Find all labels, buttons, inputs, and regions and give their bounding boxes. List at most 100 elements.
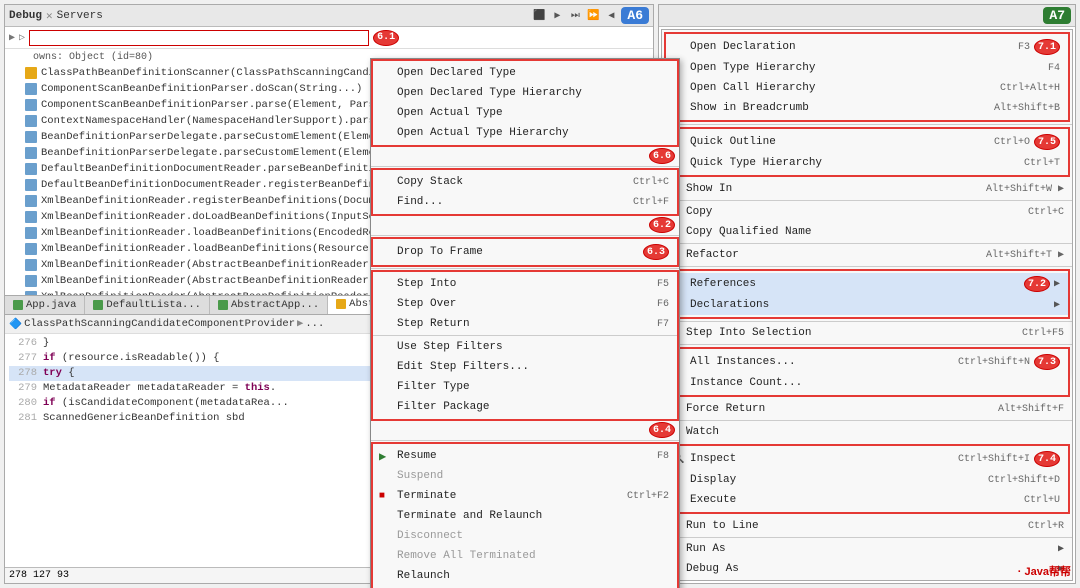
rcm-open-declaration[interactable]: Open Declaration F3 7.1 [666, 36, 1068, 58]
ctx-step-into[interactable]: Step Into F5 [373, 274, 677, 294]
ctx-label: Use Step Filters [397, 341, 503, 353]
debug-label: Debug [9, 10, 42, 22]
rcm-label: Execute [690, 494, 736, 506]
thread-input[interactable]: Thread [main] (Class load: AbstractBeanD… [29, 30, 369, 46]
ctx-label: Relaunch [397, 570, 450, 582]
context-menu-left[interactable]: Open Declared Type Open Declared Type Hi… [370, 58, 680, 588]
rcm-arrow: ▶ [1058, 543, 1064, 555]
rcm-open-call-hierarchy[interactable]: Open Call Hierarchy Ctrl+Alt+H [666, 78, 1068, 98]
rcm-debug-as[interactable]: Debug As ▶ [662, 559, 1072, 579]
toolbar-btn-4[interactable]: ⏩ [585, 8, 601, 24]
ctx-resume[interactable]: ▶ Resume F8 [373, 446, 677, 466]
rcm-watch[interactable]: 👁 Watch [662, 422, 1072, 442]
ctx-open-actual-type[interactable]: Open Actual Type [373, 103, 677, 123]
ctx-filter-type[interactable]: Filter Type [373, 377, 677, 397]
ctx-drop-to-frame[interactable]: Drop To Frame 6.3 [373, 241, 677, 263]
sep-r5 [662, 321, 1072, 322]
ctx-step-return[interactable]: Step Return F7 [373, 314, 677, 334]
rcm-copy-qualified[interactable]: Copy Qualified Name [662, 222, 1072, 242]
tab-app-java[interactable]: App.java [5, 296, 85, 314]
ctx-open-declared-type[interactable]: Open Declared Type [373, 63, 677, 83]
rcm-instance-count[interactable]: Instance Count... [666, 373, 1068, 393]
tab-defaultlista[interactable]: DefaultLista... [85, 296, 210, 314]
rcm-label: References [690, 278, 756, 290]
bottom-num-2: 127 [33, 570, 51, 581]
toolbar-btn-1[interactable]: ⬛ [531, 8, 547, 24]
ctx-find[interactable]: Find... Ctrl+F [373, 192, 677, 212]
rcm-step-into-selection[interactable]: Step Into Selection Ctrl+F5 [662, 323, 1072, 343]
stack-icon-7 [25, 179, 37, 191]
rcm-shortcut: Ctrl+O [994, 137, 1030, 148]
sep-r3 [662, 243, 1072, 244]
rcm-label: Open Call Hierarchy [690, 82, 815, 94]
stack-icon-12 [25, 259, 37, 271]
rcm-display[interactable]: Display Ctrl+Shift+D [666, 470, 1068, 490]
rcm-copy[interactable]: Copy Ctrl+C [662, 202, 1072, 222]
rcm-declarations[interactable]: Declarations ▶ Workspace Ctrl+Shift Proj… [666, 295, 1068, 315]
rcm-show-breadcrumb[interactable]: Show in Breadcrumb Alt+Shift+B [666, 98, 1068, 118]
toolbar-collapse[interactable]: ◀ [603, 8, 619, 24]
rcm-open-type-hierarchy[interactable]: Open Type Hierarchy F4 [666, 58, 1068, 78]
tab-icon-0 [13, 300, 23, 310]
rcm-profile-as[interactable]: Profile As ▶ [662, 579, 1072, 581]
rcm-shortcut: Alt+Shift+T ▶ [986, 249, 1064, 261]
rcm-all-instances[interactable]: All Instances... Ctrl+Shift+N 7.3 [666, 351, 1068, 373]
panel-header: Debug ✕ Servers ⬛ ▶ ⏭ ⏩ ◀ A6 [5, 5, 653, 27]
tab-abstractapp[interactable]: AbstractApp... [210, 296, 328, 314]
ctx-edit-step-filters[interactable]: Edit Step Filters... [373, 357, 677, 377]
ctx-label: Open Declared Type Hierarchy [397, 87, 582, 99]
rcm-quick-outline[interactable]: Quick Outline Ctrl+O 7.5 [666, 131, 1068, 153]
toolbar-btn-2[interactable]: ▶ [549, 8, 565, 24]
tab-label-2: AbstractApp... [231, 299, 319, 311]
ctx-use-step-filters[interactable]: Use Step Filters [373, 337, 677, 357]
rcm-references[interactable]: References 7.2 ▶ [666, 273, 1068, 295]
rcm-shortcut: Alt+Shift+B [994, 103, 1060, 114]
rcm-shortcut: Ctrl+Shift+D [988, 475, 1060, 486]
rcm-force-return[interactable]: Force Return Alt+Shift+F [662, 399, 1072, 419]
rcm-show-in[interactable]: Show In Alt+Shift+W ▶ [662, 179, 1072, 199]
rcm-inspect[interactable]: 🔍 Inspect Ctrl+Shift+I 7.4 [666, 448, 1068, 470]
ctx-filter-package[interactable]: Filter Package [373, 397, 677, 417]
rcm-run-to-line[interactable]: Run to Line Ctrl+R [662, 516, 1072, 536]
ctx-remove-all-terminated[interactable]: Remove All Terminated [373, 546, 677, 566]
line-num-279: 279 [9, 382, 37, 394]
right-context-menu[interactable]: Open Declaration F3 7.1 Open Type Hierar… [661, 29, 1073, 581]
stack-text-1: ComponentScanBeanDefinitionParser.doScan… [41, 83, 425, 95]
ctx-suspend[interactable]: Suspend [373, 466, 677, 486]
toolbar-btn-3[interactable]: ⏭ [567, 8, 583, 24]
rcm-run-as[interactable]: Run As ▶ [662, 539, 1072, 559]
bc-text: ClassPathScanningCandidateComponentProvi… [24, 318, 295, 330]
ctx-disconnect[interactable]: Disconnect [373, 526, 677, 546]
ctx-terminate[interactable]: ■ Terminate Ctrl+F2 [373, 486, 677, 506]
tab-icon-3 [336, 299, 346, 309]
ctx-label: Drop To Frame [397, 246, 483, 258]
rcm-quick-type-hierarchy[interactable]: Quick Type Hierarchy Ctrl+T [666, 153, 1068, 173]
ctx-label: Copy Stack [397, 176, 463, 188]
rcm-execute[interactable]: Execute Ctrl+U [666, 490, 1068, 510]
sep-r7 [662, 420, 1072, 421]
rcm-refactor[interactable]: Refactor Alt+Shift+T ▶ [662, 245, 1072, 265]
tab-icon-1 [93, 300, 103, 310]
bc-more: ... [305, 318, 324, 330]
stack-icon-9 [25, 211, 37, 223]
ctx-relaunch[interactable]: Relaunch [373, 566, 677, 586]
ctx-copy-stack[interactable]: Copy Stack Ctrl+C [373, 172, 677, 192]
owns-text: owns: Object (id=80) [33, 52, 153, 63]
sep-3 [371, 268, 679, 269]
rcm-label: Run to Line [686, 520, 759, 532]
ctx-step-over[interactable]: Step Over F6 [373, 294, 677, 314]
badge-7-1: 7.1 [1034, 39, 1060, 55]
bottom-num-1: 278 [9, 570, 27, 581]
line-num-281: 281 [9, 412, 37, 424]
stack-icon-5 [25, 147, 37, 159]
rcm-label: Open Declaration [690, 41, 796, 53]
ctx-terminate-relaunch[interactable]: Terminate and Relaunch [373, 506, 677, 526]
rcm-label: Display [690, 474, 736, 486]
line-num-278: 278 [9, 367, 37, 379]
ctx-open-actual-type-hierarchy[interactable]: Open Actual Type Hierarchy [373, 123, 677, 143]
stack-icon-8 [25, 195, 37, 207]
sep-r1 [662, 124, 1072, 125]
ctx-open-declared-type-hierarchy[interactable]: Open Declared Type Hierarchy [373, 83, 677, 103]
stack-icon-6 [25, 163, 37, 175]
badge-6-2: 6.2 [649, 217, 675, 233]
